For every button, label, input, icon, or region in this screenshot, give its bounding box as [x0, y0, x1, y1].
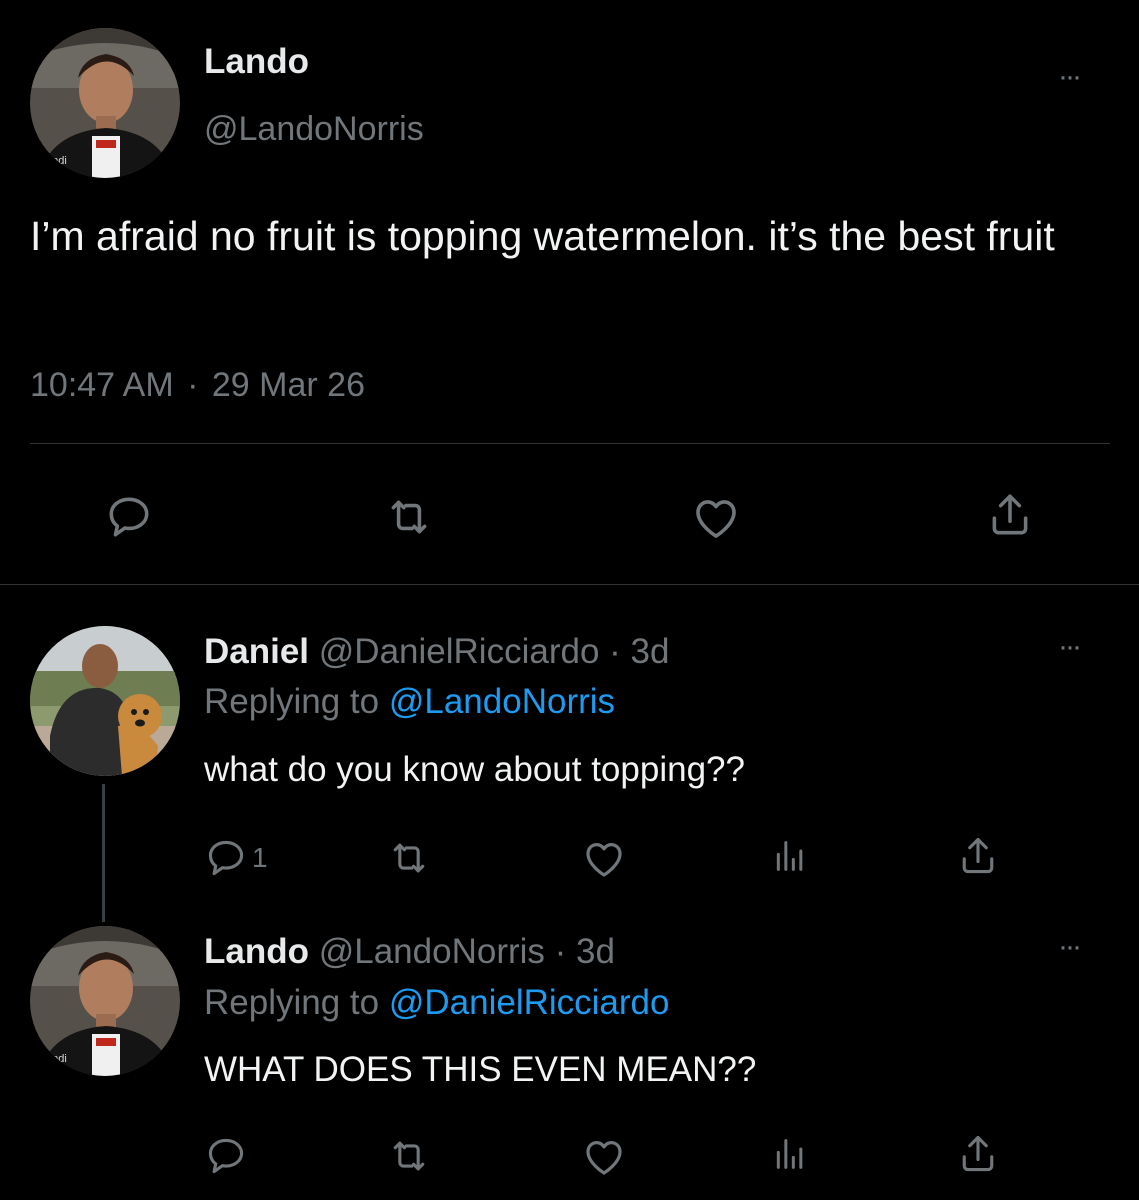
replying-to: Replying to @LandoNorris	[204, 682, 615, 722]
reply-count: 1	[252, 842, 268, 873]
reply-icon	[208, 840, 244, 876]
more-options-button[interactable]: ···	[1058, 60, 1082, 93]
user-handle[interactable]: @LandoNorris	[204, 110, 424, 149]
like-button[interactable]	[580, 1132, 628, 1180]
reply-button[interactable]	[204, 1134, 248, 1178]
more-options-button[interactable]: ···	[1058, 630, 1082, 663]
svg-text:andi: andi	[46, 1053, 67, 1065]
replying-to-link[interactable]: @DanielRicciardo	[389, 983, 670, 1022]
display-name[interactable]: Daniel	[204, 632, 309, 671]
share-icon	[962, 837, 994, 874]
views-button[interactable]	[770, 1134, 810, 1174]
display-name[interactable]: Lando	[204, 42, 309, 82]
reply-button[interactable]: 1	[204, 836, 268, 880]
more-icon: ···	[1058, 930, 1082, 963]
section-divider	[0, 584, 1139, 585]
like-button[interactable]	[689, 490, 743, 544]
heart-icon	[696, 500, 736, 538]
replying-to-label: Replying to	[204, 983, 380, 1022]
more-icon: ···	[1058, 630, 1082, 663]
reply-header: Lando @LandoNorris · 3d	[204, 932, 615, 972]
reply-header: Daniel @DanielRicciardo · 3d	[204, 632, 669, 672]
retweet-button[interactable]	[384, 492, 434, 542]
timestamp-separator: ·	[187, 366, 199, 404]
thread-connector	[102, 784, 105, 922]
svg-text:andi: andi	[46, 155, 67, 167]
replying-to: Replying to @DanielRicciardo	[204, 983, 669, 1023]
more-icon: ···	[1058, 60, 1082, 93]
display-name[interactable]: Lando	[204, 932, 309, 971]
reply-button[interactable]	[104, 492, 154, 542]
share-icon	[992, 494, 1028, 535]
user-handle[interactable]: @DanielRicciardo	[319, 632, 600, 671]
reply-text: WHAT DOES THIS EVEN MEAN??	[204, 1050, 757, 1089]
retweet-icon	[393, 843, 425, 873]
retweet-button[interactable]	[387, 836, 431, 880]
share-button[interactable]	[985, 490, 1035, 540]
avatar[interactable]	[30, 626, 180, 776]
retweet-button[interactable]	[387, 1134, 431, 1178]
tweet-date: 29 Mar 26	[211, 366, 365, 404]
user-handle[interactable]: @LandoNorris	[319, 932, 545, 971]
retweet-icon	[391, 500, 427, 534]
analytics-icon	[776, 841, 803, 871]
reply-text: what do you know about topping??	[204, 750, 745, 789]
share-button[interactable]	[956, 834, 1000, 878]
tweet-timestamp[interactable]: 10:47 AM · 29 Mar 26	[30, 366, 365, 405]
share-icon	[962, 1135, 994, 1172]
share-button[interactable]	[956, 1132, 1000, 1176]
heart-icon	[586, 843, 622, 877]
replying-to-link[interactable]: @LandoNorris	[389, 682, 615, 721]
avatar[interactable]: andi	[30, 926, 180, 1076]
reply-icon	[109, 497, 149, 537]
reply-age[interactable]: · 3d	[609, 632, 669, 671]
views-button[interactable]	[770, 836, 810, 876]
heart-icon	[586, 1141, 622, 1175]
more-options-button[interactable]: ···	[1058, 930, 1082, 963]
replying-to-label: Replying to	[204, 682, 380, 721]
divider	[30, 443, 1110, 444]
reply-icon	[208, 1138, 244, 1174]
tweet-text: I’m afraid no fruit is topping watermelo…	[30, 213, 1055, 259]
avatar[interactable]: andi	[30, 28, 180, 178]
tweet-time: 10:47 AM	[30, 366, 174, 404]
analytics-icon	[776, 1139, 803, 1169]
like-button[interactable]	[580, 834, 628, 882]
retweet-icon	[393, 1141, 425, 1171]
reply-age[interactable]: · 3d	[555, 932, 615, 971]
